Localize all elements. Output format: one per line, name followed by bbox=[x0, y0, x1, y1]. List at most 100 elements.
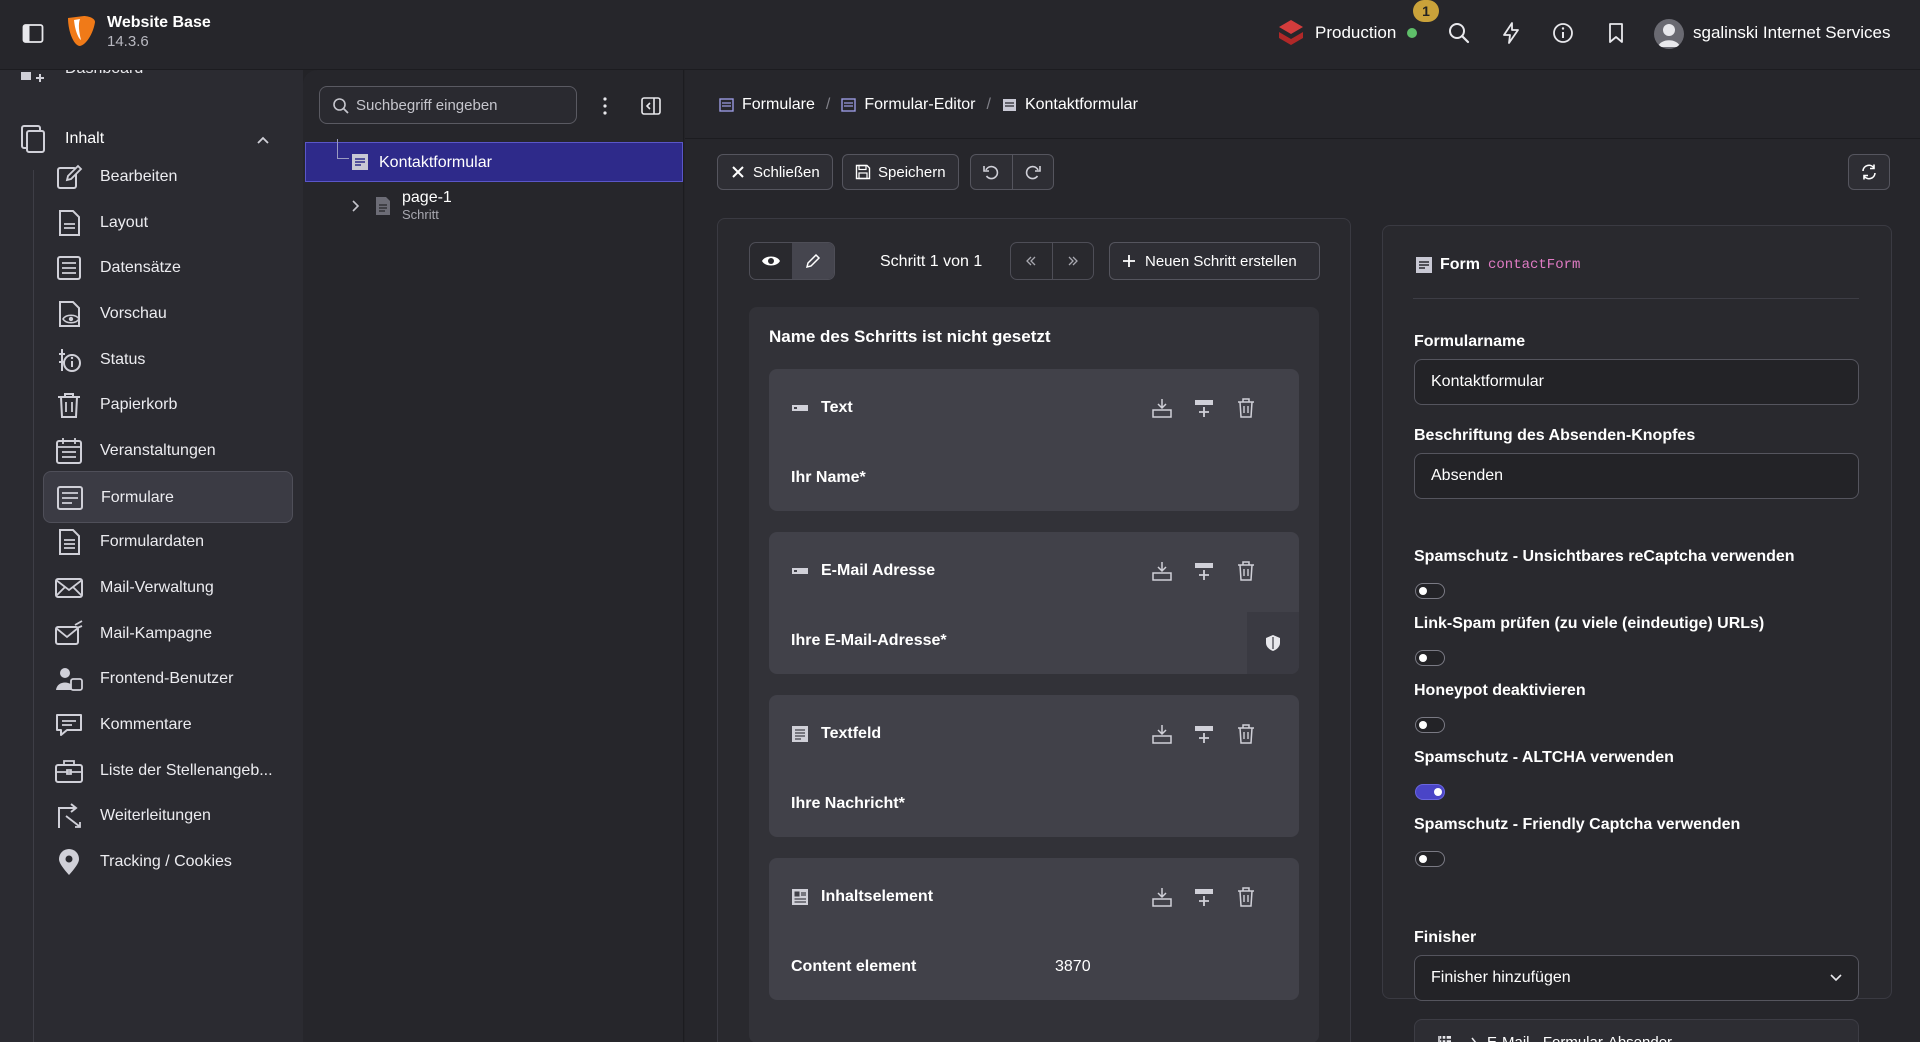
menu-item-frontend-benutzer[interactable]: Frontend-Benutzer bbox=[43, 653, 293, 705]
toggle-switch[interactable] bbox=[1415, 717, 1445, 733]
menu-item-weiterleitungen[interactable]: Weiterleitungen bbox=[43, 790, 293, 842]
chevron-up-icon bbox=[257, 136, 269, 144]
typo3-logo-icon[interactable] bbox=[66, 14, 98, 48]
module-menu: Dashboard Inhalt Bearbeiten Layout Datensä… bbox=[0, 70, 303, 1042]
finisher-item[interactable]: E-Mail - Formular-Absender bbox=[1414, 1019, 1859, 1042]
more-options-icon[interactable] bbox=[593, 94, 617, 118]
menu-item-label: Status bbox=[100, 351, 146, 368]
insert-element-icon[interactable] bbox=[1193, 397, 1215, 419]
refresh-button[interactable] bbox=[1848, 154, 1890, 190]
menu-item-bearbeiten[interactable]: Bearbeiten bbox=[43, 151, 293, 203]
text-field-icon bbox=[792, 405, 808, 411]
double-chevron-left-icon bbox=[1026, 256, 1036, 266]
form-element-card[interactable]: Text Ihr Name* bbox=[769, 369, 1299, 511]
list-icon bbox=[57, 256, 81, 280]
preview-mode-button[interactable] bbox=[750, 243, 792, 279]
form-element-card[interactable]: E-Mail Adresse Ihre E-Mail-Adresse* bbox=[769, 532, 1299, 674]
insert-after-icon[interactable] bbox=[1151, 886, 1173, 908]
email-field-icon bbox=[792, 568, 808, 574]
menu-item-kommentare[interactable]: Kommentare bbox=[43, 699, 293, 751]
breadcrumb-label: Formular-Editor bbox=[864, 96, 976, 113]
close-button[interactable]: Schließen bbox=[717, 154, 833, 190]
tree-item-kontaktformular[interactable]: Kontaktformular bbox=[305, 139, 683, 182]
save-button[interactable]: Speichern bbox=[842, 154, 959, 190]
header-divider bbox=[685, 138, 1920, 139]
menu-item-tracking-cookies[interactable]: Tracking / Cookies bbox=[43, 836, 293, 888]
edit-mode-button[interactable] bbox=[792, 243, 834, 279]
menu-item-vorschau[interactable]: Vorschau bbox=[43, 288, 293, 340]
undo-button[interactable] bbox=[971, 155, 1012, 189]
insert-after-icon[interactable] bbox=[1151, 397, 1173, 419]
menu-item-dashboard[interactable]: Dashboard bbox=[20, 70, 300, 90]
environment-status-dot bbox=[1407, 28, 1417, 38]
form-module-icon bbox=[719, 98, 734, 112]
info-icon[interactable] bbox=[1551, 21, 1575, 45]
toggle-switch[interactable] bbox=[1415, 650, 1445, 666]
double-chevron-right-icon bbox=[1068, 256, 1078, 266]
eye-icon bbox=[762, 256, 780, 266]
menu-item-papierkorb[interactable]: Papierkorb bbox=[43, 379, 293, 431]
inspector-panel: Form contactForm Formularname Kontaktfor… bbox=[1382, 225, 1892, 1042]
menu-item-label: Vorschau bbox=[100, 305, 167, 322]
sidebar-toggle-icon[interactable] bbox=[22, 23, 46, 45]
collapse-panel-icon[interactable] bbox=[639, 94, 663, 118]
breadcrumb-separator: / bbox=[825, 96, 831, 113]
bookmark-icon[interactable] bbox=[1604, 21, 1628, 45]
tree-item-label: Kontaktformular bbox=[379, 154, 492, 171]
chevron-down-icon bbox=[1830, 974, 1842, 982]
form-element-card[interactable]: Textfeld Ihre Nachricht* bbox=[769, 695, 1299, 837]
redo-button[interactable] bbox=[1011, 155, 1053, 189]
breadcrumb-item-formulare[interactable]: Formulare bbox=[719, 96, 815, 114]
environment-name[interactable]: Production bbox=[1315, 23, 1396, 43]
trash-icon[interactable] bbox=[1235, 886, 1257, 908]
menu-item-mail-verwaltung[interactable]: Mail-Verwaltung bbox=[43, 562, 293, 614]
finisher-select[interactable]: Finisher hinzufügen bbox=[1414, 955, 1859, 1001]
search-icon[interactable] bbox=[1447, 21, 1471, 45]
toggle-label: Spamschutz - Unsichtbares reCaptcha verw… bbox=[1414, 548, 1795, 565]
site-version: 14.3.6 bbox=[107, 33, 149, 50]
menu-item-label: Bearbeiten bbox=[100, 168, 178, 185]
trash-icon[interactable] bbox=[1235, 397, 1257, 419]
tree-item-page-1[interactable]: page-1 Schritt bbox=[303, 186, 683, 226]
close-icon bbox=[732, 166, 744, 178]
tree-search-input[interactable] bbox=[356, 87, 571, 123]
new-step-button[interactable]: Neuen Schritt erstellen bbox=[1109, 242, 1320, 280]
user-name[interactable]: sgalinski Internet Services bbox=[1693, 23, 1890, 43]
breadcrumb-item-kontaktformular[interactable]: Kontaktformular bbox=[1002, 96, 1138, 114]
insert-element-icon[interactable] bbox=[1193, 723, 1215, 745]
notification-badge[interactable]: 1 bbox=[1413, 0, 1439, 22]
insert-after-icon[interactable] bbox=[1151, 723, 1173, 745]
element-field-label: Ihre E-Mail-Adresse* bbox=[791, 632, 947, 649]
insert-element-icon[interactable] bbox=[1193, 560, 1215, 582]
menu-item-datensätze[interactable]: Datensätze bbox=[43, 242, 293, 294]
form-editor-main: Formulare / Formular-Editor / Kontaktfor… bbox=[685, 70, 1920, 1042]
avatar[interactable] bbox=[1654, 19, 1684, 49]
next-step-button[interactable] bbox=[1051, 243, 1093, 279]
form-module-icon bbox=[841, 98, 857, 112]
toggle-switch[interactable] bbox=[1415, 851, 1445, 867]
edit-icon bbox=[57, 164, 83, 189]
toggle-switch[interactable] bbox=[1415, 784, 1445, 800]
toggle-switch[interactable] bbox=[1415, 583, 1445, 599]
submit-label-label: Beschriftung des Absenden-Knopfes bbox=[1414, 427, 1696, 444]
submit-label-input[interactable]: Absenden bbox=[1414, 453, 1859, 499]
form-element-card[interactable]: Inhaltselement Content element 3870 bbox=[769, 858, 1299, 1000]
breadcrumb-item-formular-editor[interactable]: Formular-Editor bbox=[841, 96, 976, 114]
menu-item-label: Papierkorb bbox=[100, 396, 178, 413]
new-step-label: Neuen Schritt erstellen bbox=[1145, 252, 1297, 270]
menu-item-formulardaten[interactable]: Formulardaten bbox=[43, 516, 293, 568]
chevron-right-icon[interactable] bbox=[351, 200, 361, 212]
save-icon bbox=[855, 164, 871, 180]
previous-step-button[interactable] bbox=[1011, 243, 1052, 279]
insert-after-icon[interactable] bbox=[1151, 560, 1173, 582]
toggle-label: Link-Spam prüfen (zu viele (eindeutige) … bbox=[1414, 615, 1765, 632]
trash-icon[interactable] bbox=[1235, 723, 1257, 745]
form-name-input[interactable]: Kontaktformular bbox=[1414, 359, 1859, 405]
form-icon bbox=[1002, 99, 1016, 111]
lightning-icon[interactable] bbox=[1499, 21, 1523, 45]
validation-tab[interactable] bbox=[1247, 612, 1299, 674]
menu-item-veranstaltungen[interactable]: Veranstaltungen bbox=[43, 425, 293, 477]
menu-item-label: Datensätze bbox=[100, 259, 181, 276]
trash-icon[interactable] bbox=[1235, 560, 1257, 582]
insert-element-icon[interactable] bbox=[1193, 886, 1215, 908]
